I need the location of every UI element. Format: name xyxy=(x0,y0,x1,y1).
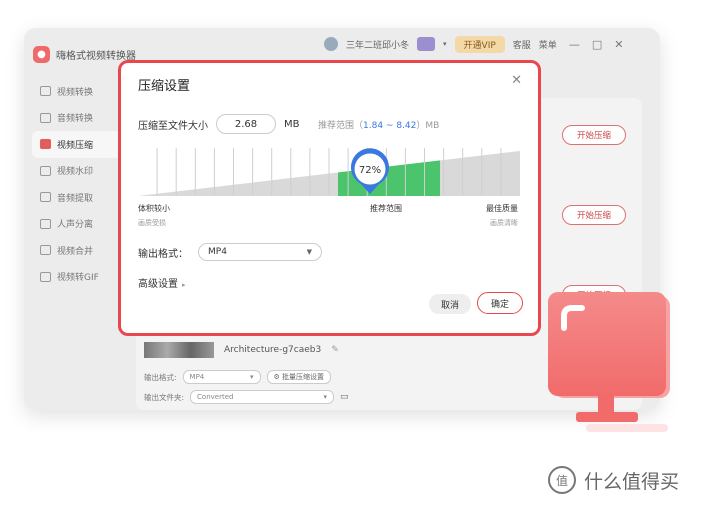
advanced-settings-toggle[interactable]: 高级设置 ▸ xyxy=(138,275,186,290)
avatar[interactable] xyxy=(324,37,338,51)
chevron-down-icon: ▾ xyxy=(250,373,254,381)
advanced-settings-label: 高级设置 xyxy=(138,279,178,290)
app-name: 嗨格式视频转换器 xyxy=(56,50,136,62)
sidebar-item-label: 视频合并 xyxy=(57,246,94,257)
confirm-button[interactable]: 确定 xyxy=(477,292,523,314)
best-quality-sub: 画质清晰 xyxy=(490,219,518,227)
gif-icon xyxy=(40,271,51,282)
output-format-label: 输出格式: xyxy=(144,372,177,382)
cancel-button[interactable]: 取消 xyxy=(429,294,471,314)
range-suffix: ）MB xyxy=(416,121,440,131)
sidebar-item-audio-extract[interactable]: 音频提取 xyxy=(32,184,132,211)
brand: ● 嗨格式视频转换器 xyxy=(33,44,136,64)
sidebar-item-label: 音频转换 xyxy=(57,114,94,125)
file-row: Architecture-g7caeb3 ✎ xyxy=(144,342,339,358)
chevron-down-icon[interactable]: ▾ xyxy=(443,40,447,48)
output-folder-value: Converted xyxy=(197,393,234,401)
recommended-range-note: 推荐范围（1.84 ~ 8.42）MB xyxy=(318,118,439,131)
sidebar-item-label: 视频转换 xyxy=(57,87,94,98)
watermark-text: 什么值得买 xyxy=(584,470,680,493)
recommended-label: 推荐范围 xyxy=(370,204,402,213)
top-bar: 三年二班邱小冬 ▾ 开通VIP 客服 菜单 — □ ✕ xyxy=(324,34,652,54)
sidebar-item-label: 音频提取 xyxy=(57,193,94,204)
start-compress-button[interactable]: 开始压缩 xyxy=(562,125,626,145)
target-size-input[interactable]: 2.68 xyxy=(216,114,276,134)
monitor-illustration-icon xyxy=(548,292,670,432)
sidebar-item-label: 视频转GIF xyxy=(57,273,99,284)
range-value: 1.84 ~ 8.42 xyxy=(363,121,417,131)
merge-icon xyxy=(40,245,51,256)
support-link[interactable]: 客服 xyxy=(513,38,531,51)
menu-link[interactable]: 菜单 xyxy=(539,38,557,51)
compress-settings-dialog: 压缩设置 ✕ 压缩至文件大小 2.68 MB 推荐范围（1.84 ~ 8.42）… xyxy=(118,60,541,336)
sidebar-item-label: 人声分离 xyxy=(57,220,94,231)
output-format-label: 输出格式： xyxy=(138,248,188,260)
dialog-title: 压缩设置 xyxy=(138,79,191,94)
sidebar-item-vocal-separate[interactable]: 人声分离 xyxy=(32,211,132,238)
chevron-down-icon: ▾ xyxy=(323,393,328,401)
best-quality-label: 最佳质量 xyxy=(486,204,518,213)
folder-icon[interactable]: ▭ xyxy=(340,392,349,402)
sidebar-item-label: 视频压缩 xyxy=(57,140,94,151)
video-thumbnail xyxy=(144,342,214,358)
file-name: Architecture-g7caeb3 xyxy=(224,345,322,355)
output-folder-row: 输出文件夹: Converted ▾ ▭ xyxy=(144,390,349,404)
target-size-row: 压缩至文件大小 2.68 MB xyxy=(138,114,300,134)
maximize-icon[interactable]: □ xyxy=(592,38,602,51)
range-prefix: 推荐范围（ xyxy=(318,121,364,131)
extract-icon xyxy=(40,192,51,203)
batch-settings-label: 批量压缩设置 xyxy=(282,373,325,381)
audio-icon xyxy=(40,112,51,123)
open-vip-button[interactable]: 开通VIP xyxy=(454,35,505,53)
minimize-icon[interactable]: — xyxy=(569,38,580,51)
watermark-logo-icon: 值 xyxy=(548,466,576,494)
video-icon xyxy=(40,86,51,97)
output-format-row: 输出格式: MP4 ▾ ⚙ 批量压缩设置 xyxy=(144,370,332,384)
chevron-down-icon: ▼ xyxy=(306,248,312,256)
small-size-sub: 画质受损 xyxy=(138,219,166,227)
sidebar-item-video-merge[interactable]: 视频合并 xyxy=(32,237,132,264)
output-folder-label: 输出文件夹: xyxy=(144,392,185,402)
start-compress-button[interactable]: 开始压缩 xyxy=(562,205,626,225)
output-folder-select[interactable]: Converted ▾ xyxy=(190,390,335,404)
sidebar-item-video-to-gif[interactable]: 视频转GIF xyxy=(32,264,132,291)
sidebar-item-video-compress[interactable]: 视频压缩 xyxy=(32,131,132,158)
output-format-select[interactable]: MP4 ▾ xyxy=(182,370,261,384)
watermark-icon xyxy=(40,165,51,176)
output-format-select[interactable]: MP4 ▼ xyxy=(198,243,322,261)
compress-icon xyxy=(40,139,51,150)
sidebar-nav: 视频转换 音频转换 视频压缩 视频水印 音频提取 人声分离 视频合并 视频转GI… xyxy=(32,78,132,290)
output-format-row: 输出格式： MP4 ▼ xyxy=(138,243,322,261)
output-format-value: MP4 xyxy=(208,247,227,257)
sidebar-item-video-convert[interactable]: 视频转换 xyxy=(32,78,132,105)
output-format-value: MP4 xyxy=(189,373,205,381)
edit-icon[interactable]: ✎ xyxy=(331,345,339,355)
user-name[interactable]: 三年二班邱小冬 xyxy=(346,38,409,51)
close-icon[interactable]: ✕ xyxy=(511,73,522,88)
sidebar-item-label: 视频水印 xyxy=(57,167,94,178)
size-unit: MB xyxy=(284,118,300,130)
percent-label: 72% xyxy=(359,165,381,176)
target-size-label: 压缩至文件大小 xyxy=(138,120,208,132)
chevron-right-icon: ▸ xyxy=(182,281,186,289)
small-size-label: 体积较小 xyxy=(138,204,170,213)
size-quality-slider[interactable]: 72% xyxy=(138,148,520,198)
sidebar-item-video-watermark[interactable]: 视频水印 xyxy=(32,158,132,185)
app-logo-icon: ● xyxy=(33,45,50,63)
vip-badge-icon[interactable] xyxy=(417,37,436,51)
close-window-icon[interactable]: ✕ xyxy=(614,38,623,51)
watermark: 值 什么值得买 xyxy=(548,466,679,494)
vocal-icon xyxy=(40,218,51,229)
sidebar-item-audio-convert[interactable]: 音频转换 xyxy=(32,105,132,132)
batch-settings-button[interactable]: ⚙ 批量压缩设置 xyxy=(266,370,332,384)
